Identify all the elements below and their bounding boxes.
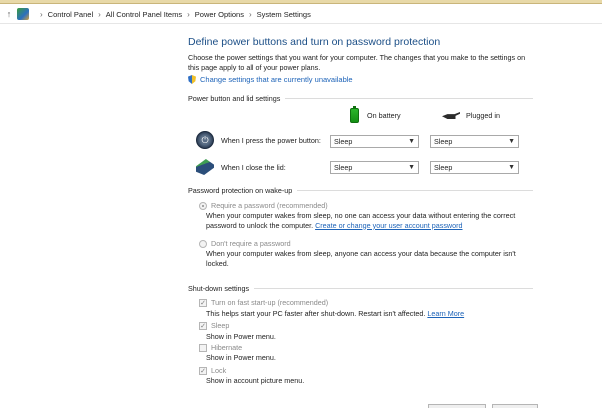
breadcrumb-power-options[interactable]: Power Options <box>195 10 244 19</box>
breadcrumb-system-settings[interactable]: System Settings <box>257 10 311 19</box>
lid-row: When I close the lid: <box>196 159 286 175</box>
power-button-label: When I press the power button: <box>221 135 321 145</box>
require-password-label[interactable]: Require a password (recommended) <box>211 201 328 210</box>
lock-description: Show in account picture menu. <box>206 376 305 385</box>
power-section-title: Power button and lid settings <box>188 94 281 103</box>
power-button-icon: ⏻ <box>196 131 214 149</box>
power-section-heading: Power button and lid settings <box>188 94 533 103</box>
lid-plugged-in-select[interactable]: Sleep ▼ <box>430 161 519 174</box>
fast-startup-label[interactable]: Turn on fast start-up (recommended) <box>211 298 328 307</box>
power-button-on-battery-select[interactable]: Sleep ▼ <box>330 135 419 148</box>
sleep-checkbox[interactable]: ✓ Sleep <box>199 321 229 330</box>
no-password-label[interactable]: Don't require a password <box>211 239 291 248</box>
learn-more-link[interactable]: Learn More <box>427 309 464 318</box>
intro-text: Choose the power settings that you want … <box>188 53 526 72</box>
checkbox-unchecked-icon[interactable] <box>199 343 207 352</box>
chevron-right-icon[interactable]: › <box>40 10 43 19</box>
shutdown-section-title: Shut-down settings <box>188 284 250 293</box>
fast-startup-checkbox[interactable]: ✓ Turn on fast start-up (recommended) <box>199 298 328 307</box>
window-top-border <box>0 0 602 4</box>
chevron-right-icon[interactable]: › <box>187 10 190 19</box>
chevron-down-icon: ▼ <box>508 138 515 145</box>
select-value: Sleep <box>434 163 453 172</box>
chevron-down-icon: ▼ <box>408 164 415 171</box>
require-password-description: When your computer wakes from sleep, no … <box>206 211 536 230</box>
select-value: Sleep <box>334 163 353 172</box>
select-value: Sleep <box>434 137 453 146</box>
checkbox-checked-icon[interactable]: ✓ <box>199 321 207 330</box>
shutdown-section-heading: Shut-down settings <box>188 284 533 293</box>
power-plug-icon <box>442 112 460 119</box>
lock-checkbox[interactable]: ✓ Lock <box>199 366 226 375</box>
power-button-plugged-in-select[interactable]: Sleep ▼ <box>430 135 519 148</box>
breadcrumb-all-items[interactable]: All Control Panel Items <box>106 10 182 19</box>
require-password-option[interactable]: Require a password (recommended) <box>199 201 328 210</box>
address-bar[interactable]: ↑ › Control Panel › All Control Panel It… <box>0 5 602 24</box>
checkbox-checked-icon[interactable]: ✓ <box>199 298 207 307</box>
power-button-row: ⏻ When I press the power button: <box>196 131 321 149</box>
chevron-right-icon[interactable]: › <box>98 10 101 19</box>
divider <box>297 190 533 191</box>
hibernate-checkbox[interactable]: Hibernate <box>199 343 242 352</box>
column-on-battery: On battery <box>350 106 401 123</box>
change-unavailable-settings-link[interactable]: Change settings that are currently unava… <box>188 75 353 84</box>
hibernate-label[interactable]: Hibernate <box>211 343 242 352</box>
chevron-down-icon: ▼ <box>408 138 415 145</box>
lid-label: When I close the lid: <box>221 162 286 172</box>
on-battery-label: On battery <box>367 111 401 120</box>
lid-on-battery-select[interactable]: Sleep ▼ <box>330 161 419 174</box>
cancel-button[interactable] <box>492 404 538 408</box>
fast-startup-description: This helps start your PC faster after sh… <box>206 309 536 319</box>
checkbox-checked-icon[interactable]: ✓ <box>199 366 207 375</box>
control-panel-icon <box>17 8 29 20</box>
plugged-in-label: Plugged in <box>466 111 500 120</box>
lock-label[interactable]: Lock <box>211 366 226 375</box>
page-title: Define power buttons and turn on passwor… <box>188 36 441 48</box>
sleep-description: Show in Power menu. <box>206 332 276 341</box>
change-unavailable-settings-label[interactable]: Change settings that are currently unava… <box>200 75 353 84</box>
battery-icon <box>350 106 359 123</box>
save-changes-button[interactable] <box>428 404 486 408</box>
change-password-link[interactable]: Create or change your user account passw… <box>315 221 462 230</box>
divider <box>285 98 533 99</box>
select-value: Sleep <box>334 137 353 146</box>
chevron-down-icon: ▼ <box>508 164 515 171</box>
radio-selected-icon[interactable] <box>199 201 207 210</box>
divider <box>254 288 533 289</box>
fast-startup-desc-text: This helps start your PC faster after sh… <box>206 309 428 318</box>
breadcrumb-control-panel[interactable]: Control Panel <box>48 10 93 19</box>
chevron-right-icon[interactable]: › <box>249 10 252 19</box>
sleep-label[interactable]: Sleep <box>211 321 229 330</box>
hibernate-description: Show in Power menu. <box>206 353 276 362</box>
uac-shield-icon <box>188 75 196 84</box>
up-arrow-icon[interactable]: ↑ <box>4 9 14 19</box>
laptop-lid-icon <box>196 159 214 175</box>
column-plugged-in: Plugged in <box>442 111 500 120</box>
main-content: Define power buttons and turn on passwor… <box>188 36 538 84</box>
password-section-title: Password protection on wake-up <box>188 186 293 195</box>
no-password-option[interactable]: Don't require a password <box>199 239 291 248</box>
no-password-description: When your computer wakes from sleep, any… <box>206 249 516 268</box>
radio-unselected-icon[interactable] <box>199 239 207 248</box>
password-section-heading: Password protection on wake-up <box>188 186 533 195</box>
